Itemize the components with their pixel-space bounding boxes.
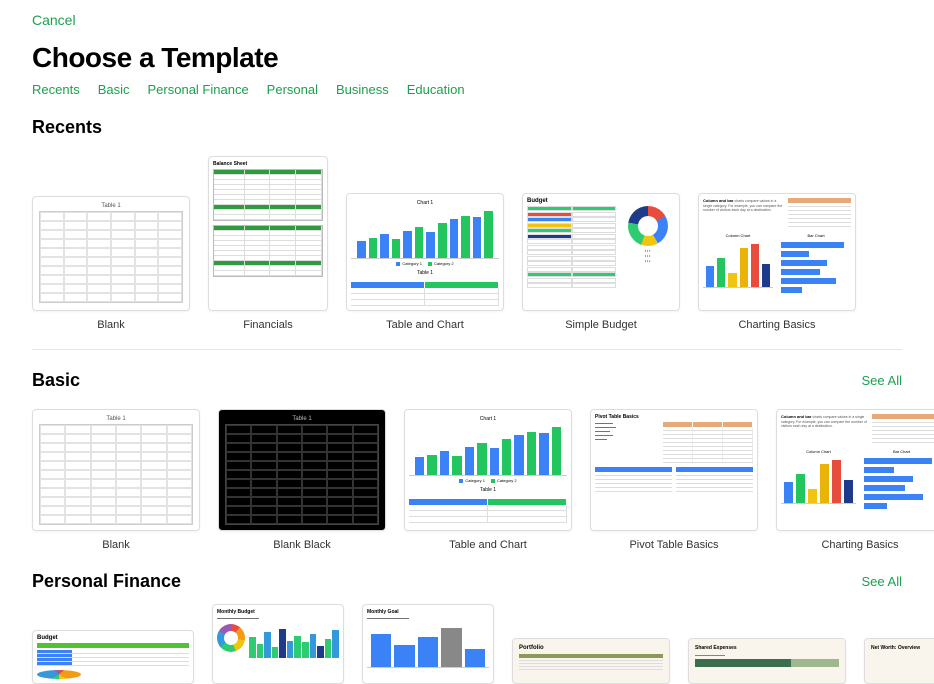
- template-table-and-chart-basic[interactable]: Chart 1 Category 1 Category 2 Table 1: [404, 409, 572, 551]
- tab-recents[interactable]: Recents: [32, 82, 80, 97]
- template-label: Blank Black: [273, 539, 330, 551]
- thumb-caption: Chart 1: [409, 416, 567, 422]
- template-monthly-goal[interactable]: Monthly Goal ▬▬▬▬▬▬▬▬▬▬▬▬▬▬: [362, 604, 494, 684]
- thumb-table-chart: Chart 1 Category 1 Category 2 Table 1: [404, 409, 572, 531]
- tab-education[interactable]: Education: [407, 82, 465, 97]
- see-all-personal-finance[interactable]: See All: [862, 574, 902, 589]
- thumb-charting: Column and bar charts compare values in …: [698, 193, 856, 311]
- template-pf-budget[interactable]: Budget: [32, 630, 194, 684]
- template-charting-basics[interactable]: Column and bar charts compare values in …: [698, 193, 856, 331]
- basic-row: Table 1 Blank Table 1 Blank Black Chart …: [32, 409, 902, 551]
- thumb-charting: Column and bar charts compare values in …: [776, 409, 934, 531]
- thumb-caption: Table 1: [409, 487, 567, 493]
- see-all-basic[interactable]: See All: [862, 373, 902, 388]
- template-label: Pivot Table Basics: [629, 539, 718, 551]
- section-divider: [32, 349, 902, 350]
- tab-business[interactable]: Business: [336, 82, 389, 97]
- template-blank[interactable]: Table 1 Blank: [32, 196, 190, 331]
- section-title-basic: Basic: [32, 370, 80, 391]
- template-financials[interactable]: Balance Sheet: [208, 156, 328, 331]
- tab-basic[interactable]: Basic: [98, 82, 130, 97]
- template-simple-budget[interactable]: Budget: [522, 193, 680, 331]
- thumb-caption: Chart 1: [351, 200, 499, 206]
- thumb-caption: Shared Expenses: [695, 645, 839, 651]
- chart-label: Column Chart: [703, 233, 773, 238]
- template-label: Charting Basics: [738, 319, 815, 331]
- legend-label: Category 1: [465, 478, 485, 483]
- template-charting-basics-basic[interactable]: Column and bar charts compare values in …: [776, 409, 934, 551]
- donut-chart-icon: [37, 670, 81, 679]
- thumb-net-worth: Net Worth: Overview: [864, 638, 934, 684]
- template-table-and-chart[interactable]: Chart 1 Category 1 Category 2 Table 1: [346, 193, 504, 331]
- thumb-caption: Table 1: [39, 203, 183, 209]
- category-tabs: Recents Basic Personal Finance Personal …: [32, 82, 902, 97]
- thumb-table-chart: Chart 1 Category 1 Category 2 Table 1: [346, 193, 504, 311]
- tab-personal[interactable]: Personal: [267, 82, 318, 97]
- thumb-bold: Column and bar: [703, 198, 733, 203]
- template-label: Blank: [102, 539, 130, 551]
- thumb-blank: Table 1: [32, 196, 190, 311]
- section-title-personal-finance: Personal Finance: [32, 571, 181, 592]
- thumb-budget: Budget: [522, 193, 680, 311]
- template-label: Financials: [243, 319, 293, 331]
- legend-label: Category 1: [402, 261, 422, 266]
- template-blank-basic[interactable]: Table 1 Blank: [32, 409, 200, 551]
- thumb-caption: Pivot Table Basics: [595, 414, 753, 420]
- template-label: Charting Basics: [821, 539, 898, 551]
- template-label: Simple Budget: [565, 319, 637, 331]
- thumb-caption: Budget: [37, 635, 189, 641]
- thumb-caption: Budget: [527, 198, 675, 204]
- tab-personal-finance[interactable]: Personal Finance: [148, 82, 249, 97]
- thumb-bold: Column and bar: [781, 414, 811, 419]
- thumb-caption: Monthly Goal: [367, 609, 489, 615]
- thumb-monthly-budget: Monthly Budget ▬▬▬▬▬▬▬▬▬▬▬▬▬▬: [212, 604, 344, 684]
- cancel-button[interactable]: Cancel: [32, 12, 902, 28]
- template-portfolio[interactable]: Portfolio: [512, 638, 670, 684]
- template-blank-black[interactable]: Table 1 Blank Black: [218, 409, 386, 551]
- thumb-caption: Net Worth: Overview: [871, 645, 933, 651]
- template-label: Table and Chart: [386, 319, 464, 331]
- template-monthly-budget[interactable]: Monthly Budget ▬▬▬▬▬▬▬▬▬▬▬▬▬▬: [212, 604, 344, 684]
- chart-label: Column Chart: [781, 449, 856, 454]
- template-pivot-basics[interactable]: Pivot Table Basics ▬▬▬▬▬▬▬▬▬▬▬▬▬▬▬▬▬▬▬▬▬…: [590, 409, 758, 551]
- thumb-blank-black: Table 1: [218, 409, 386, 531]
- personal-finance-row: Budget Monthly Budget ▬▬▬▬▬▬▬▬▬▬▬▬▬▬: [32, 604, 902, 684]
- thumb-monthly-goal: Monthly Goal ▬▬▬▬▬▬▬▬▬▬▬▬▬▬: [362, 604, 494, 684]
- template-label: Blank: [97, 319, 125, 331]
- template-label: Table and Chart: [449, 539, 527, 551]
- thumb-shared-expenses: Shared Expenses ▬▬▬▬▬▬▬▬▬▬: [688, 638, 846, 684]
- thumb-pf-budget: Budget: [32, 630, 194, 684]
- thumb-portfolio: Portfolio: [512, 638, 670, 684]
- legend-label: Category 2: [434, 261, 454, 266]
- legend-label: Category 2: [497, 478, 517, 483]
- page-title: Choose a Template: [32, 42, 902, 74]
- thumb-financials: Balance Sheet: [208, 156, 328, 311]
- donut-chart-icon: [217, 624, 245, 652]
- thumb-caption: Table 1: [225, 416, 379, 422]
- thumb-blank: Table 1: [32, 409, 200, 531]
- thumb-caption: Table 1: [39, 416, 193, 422]
- thumb-caption: Balance Sheet: [213, 161, 323, 167]
- chart-label: Bar Chart: [781, 233, 851, 238]
- donut-chart-icon: [628, 206, 668, 246]
- template-shared-expenses[interactable]: Shared Expenses ▬▬▬▬▬▬▬▬▬▬: [688, 638, 846, 684]
- recents-row: Table 1 Blank Balance Sheet: [32, 156, 902, 331]
- section-title-recents: Recents: [32, 117, 102, 138]
- thumb-caption: Table 1: [351, 270, 499, 276]
- template-net-worth[interactable]: Net Worth: Overview: [864, 638, 934, 684]
- thumb-pivot: Pivot Table Basics ▬▬▬▬▬▬▬▬▬▬▬▬▬▬▬▬▬▬▬▬▬…: [590, 409, 758, 531]
- chart-label: Bar Chart: [864, 449, 934, 454]
- thumb-caption: Monthly Budget: [217, 609, 339, 615]
- thumb-caption: Portfolio: [519, 645, 663, 651]
